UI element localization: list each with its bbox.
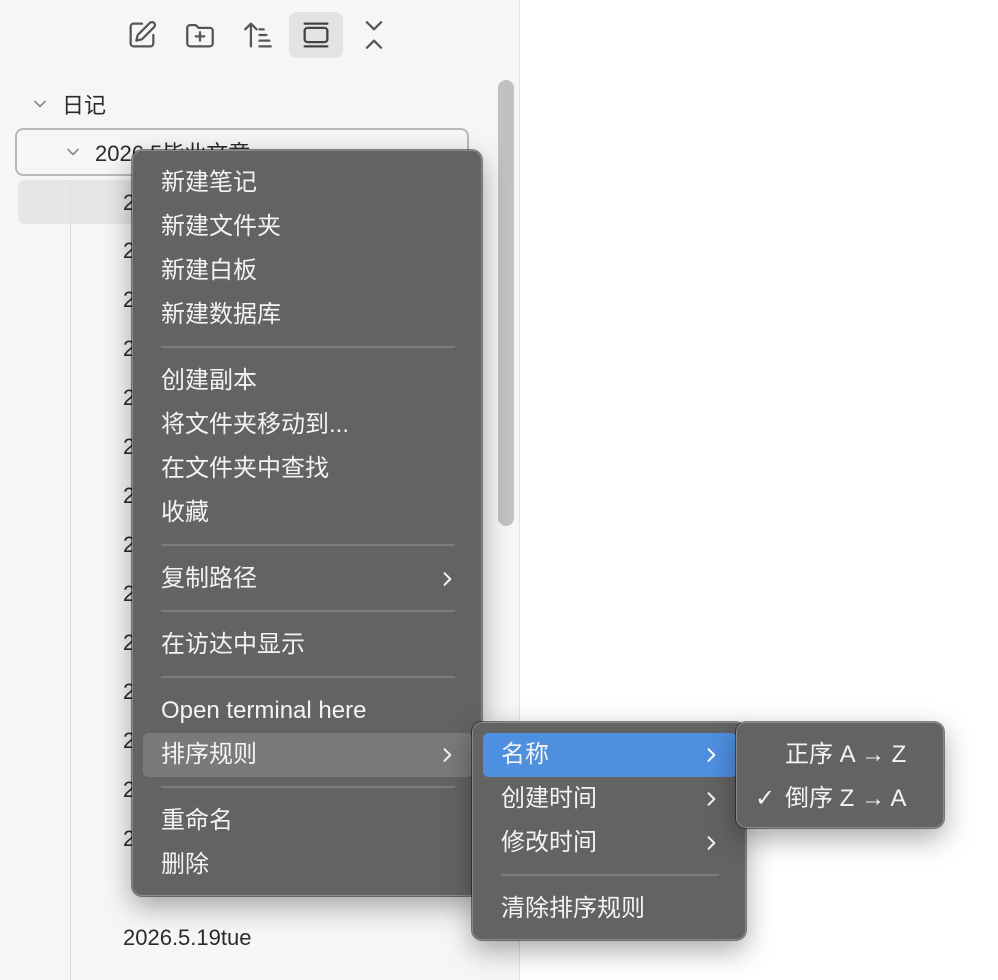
menu-new-database[interactable]: 新建数据库 xyxy=(143,293,473,337)
clear-sort-rules[interactable]: 清除排序规则 xyxy=(483,887,737,931)
sort-icon xyxy=(244,22,272,48)
chevron-right-icon xyxy=(443,748,452,762)
menu-rename[interactable]: 重命名 xyxy=(143,799,473,843)
chevron-down-icon xyxy=(67,148,79,156)
menu-separator xyxy=(161,346,455,348)
menu-move-folder-label: 将文件夹移动到... xyxy=(161,411,350,438)
menu-new-note-label: 新建笔记 xyxy=(161,169,257,196)
menu-new-database-label: 新建数据库 xyxy=(161,301,281,328)
menu-delete[interactable]: 删除 xyxy=(143,843,473,887)
auto-reveal-button[interactable] xyxy=(289,12,343,58)
menu-separator xyxy=(161,544,455,546)
menu-separator xyxy=(161,676,455,678)
menu-copy-path-label: 复制路径 xyxy=(161,565,257,592)
tree-indent-guide xyxy=(70,180,71,980)
sort-by-name-label: 名称 xyxy=(501,741,549,768)
new-note-icon xyxy=(129,20,157,48)
menu-bookmark-label: 收藏 xyxy=(161,499,209,526)
clear-sort-rules-label: 清除排序规则 xyxy=(501,895,645,922)
tree-file-item[interactable]: 2026.5.19tue xyxy=(123,922,251,954)
chevron-right-icon xyxy=(707,836,716,850)
sort-by-created-time[interactable]: 创建时间 xyxy=(483,777,737,821)
menu-new-canvas[interactable]: 新建白板 xyxy=(143,249,473,293)
name-sort-submenu: 正序 A → Z ✓ 倒序 Z → A xyxy=(736,722,944,828)
menu-find-in-folder[interactable]: 在文件夹中查找 xyxy=(143,447,473,491)
sort-submenu: 名称 创建时间 修改时间 清除排序规则 xyxy=(472,722,746,940)
sort-by-name[interactable]: 名称 xyxy=(483,733,737,777)
menu-reveal-in-finder-label: 在访达中显示 xyxy=(161,631,305,658)
menu-separator xyxy=(161,610,455,612)
new-folder-icon xyxy=(186,23,214,48)
sort-by-modified-time[interactable]: 修改时间 xyxy=(483,821,737,865)
context-menu: 新建笔记 新建文件夹 新建白板 新建数据库 创建副本 将文件夹移动到... 在文… xyxy=(132,150,482,896)
checkmark-icon: ✓ xyxy=(755,785,776,812)
tree-root-label: 日记 xyxy=(62,93,107,118)
new-note-button[interactable] xyxy=(115,12,169,58)
sort-by-created-time-label: 创建时间 xyxy=(501,785,597,812)
sort-ascending-label: 正序 A → Z xyxy=(785,741,907,768)
auto-reveal-icon xyxy=(303,22,329,48)
menu-delete-label: 删除 xyxy=(161,851,209,878)
sort-ascending[interactable]: 正序 A → Z xyxy=(747,733,935,777)
menu-move-folder[interactable]: 将文件夹移动到... xyxy=(143,403,473,447)
menu-new-note[interactable]: 新建笔记 xyxy=(143,161,473,205)
menu-copy-path[interactable]: 复制路径 xyxy=(143,557,473,601)
chevron-right-icon xyxy=(707,792,716,806)
menu-find-in-folder-label: 在文件夹中查找 xyxy=(161,455,329,482)
collapse-all-icon xyxy=(365,21,383,49)
sort-by-modified-time-label: 修改时间 xyxy=(501,829,597,856)
menu-open-terminal[interactable]: Open terminal here xyxy=(143,689,473,733)
menu-new-folder-label: 新建文件夹 xyxy=(161,213,281,240)
chevron-right-icon xyxy=(443,572,452,586)
menu-bookmark[interactable]: 收藏 xyxy=(143,491,473,535)
chevron-down-icon xyxy=(34,100,46,108)
sidebar-scrollbar[interactable] xyxy=(498,80,514,526)
tree-root-folder[interactable]: 日记 xyxy=(30,88,106,120)
menu-separator xyxy=(501,874,719,876)
menu-duplicate-label: 创建副本 xyxy=(161,367,257,394)
menu-rename-label: 重命名 xyxy=(161,807,233,834)
menu-new-folder[interactable]: 新建文件夹 xyxy=(143,205,473,249)
menu-new-canvas-label: 新建白板 xyxy=(161,257,257,284)
sort-descending-label: 倒序 Z → A xyxy=(785,785,907,812)
new-folder-button[interactable] xyxy=(173,12,227,58)
menu-reveal-in-finder[interactable]: 在访达中显示 xyxy=(143,623,473,667)
menu-separator xyxy=(161,786,455,788)
sort-descending[interactable]: ✓ 倒序 Z → A xyxy=(747,777,935,821)
collapse-all-button[interactable] xyxy=(347,12,401,58)
chevron-right-icon xyxy=(707,748,716,762)
menu-open-terminal-label: Open terminal here xyxy=(161,697,367,724)
menu-sort-rules-label: 排序规则 xyxy=(161,741,257,768)
menu-sort-rules[interactable]: 排序规则 xyxy=(143,733,473,777)
menu-duplicate[interactable]: 创建副本 xyxy=(143,359,473,403)
sort-button[interactable] xyxy=(231,12,285,58)
